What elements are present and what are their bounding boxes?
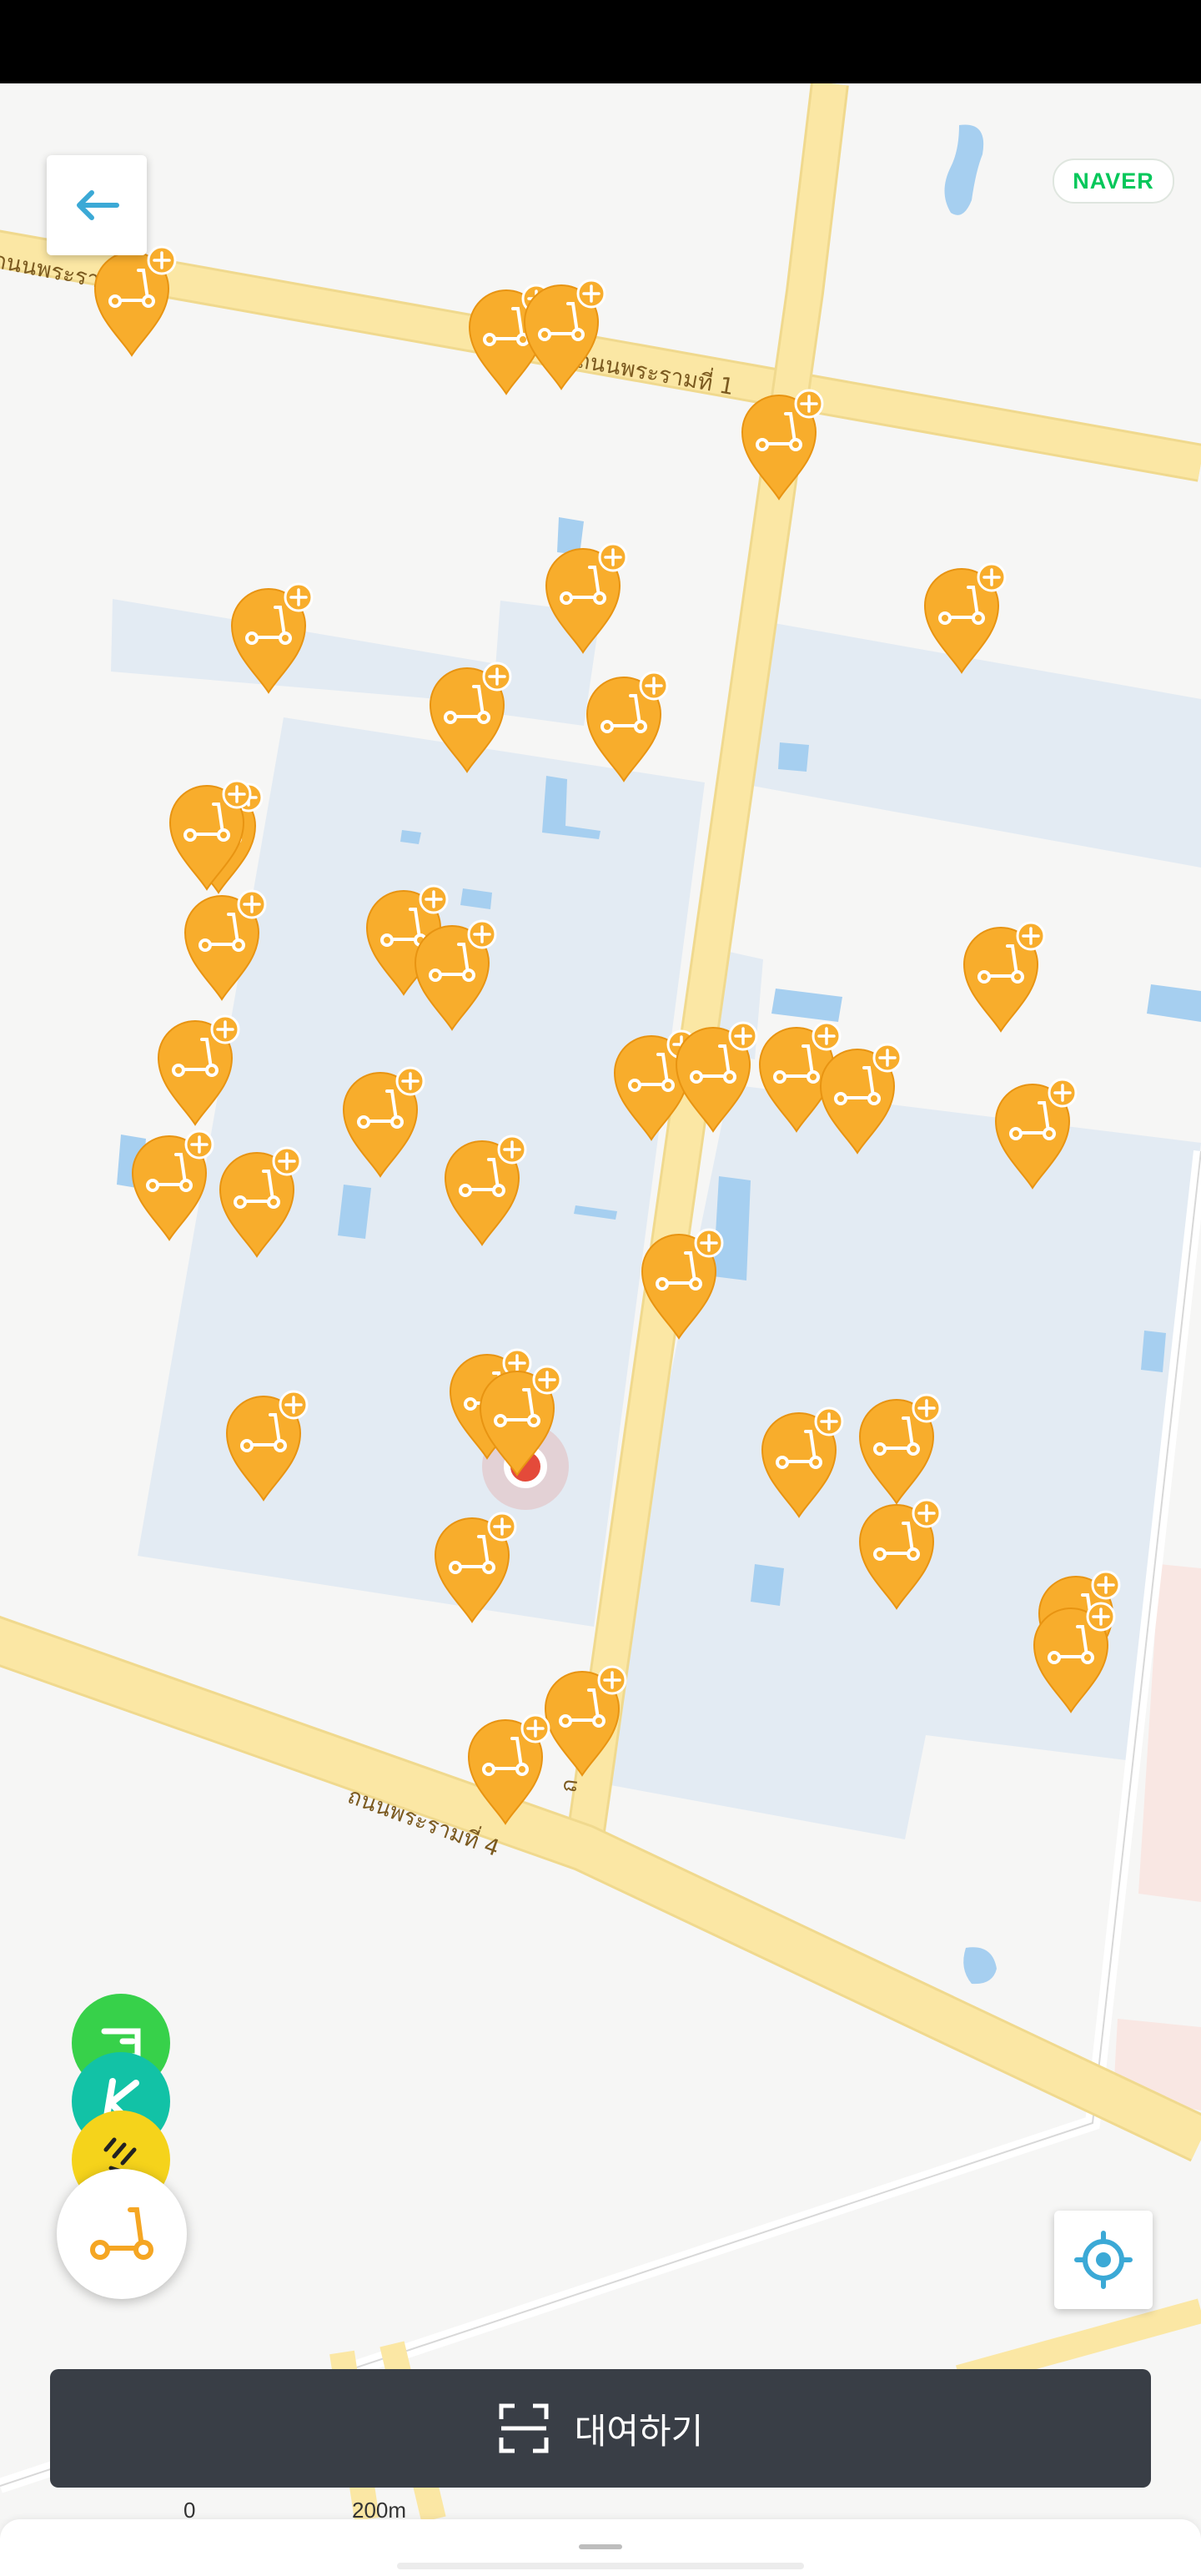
rent-button-label: 대여하기 <box>574 2411 704 2451</box>
scooter-pin[interactable] <box>739 389 826 504</box>
status-bar <box>0 0 1201 83</box>
naver-logo: NAVER <box>1053 158 1174 204</box>
map[interactable]: ถนนพระรามที่ 1 ถนนพระรามที่ 1 ถนนพระรามท… <box>0 83 1201 2519</box>
scooter-pin[interactable] <box>1031 1602 1118 1717</box>
crosshair-icon <box>1074 2231 1133 2289</box>
scooter-pin[interactable] <box>412 919 499 1034</box>
kick-scooter-icon <box>90 2207 153 2260</box>
scan-qr-icon <box>499 2403 549 2453</box>
scooter-pin[interactable] <box>92 245 178 360</box>
scooter-pin[interactable] <box>155 1014 242 1130</box>
scooter-pin[interactable] <box>167 779 254 894</box>
scooter-pin[interactable] <box>442 1135 529 1250</box>
scooter-pin[interactable] <box>817 1043 904 1158</box>
scooter-pin[interactable] <box>182 889 269 1004</box>
scooter-pin[interactable] <box>465 1713 552 1829</box>
scooter-pin[interactable] <box>427 662 514 777</box>
scooter-pin[interactable] <box>340 1066 427 1181</box>
home-indicator <box>397 2563 804 2569</box>
scooter-pin[interactable] <box>229 582 315 697</box>
rent-button[interactable]: 대여하기 <box>50 2369 1151 2488</box>
map-canvas: ถนนพระรามที่ 1 ถนนพระรามที่ 1 ถนนพระรามท… <box>0 83 1201 2519</box>
bottom-sheet[interactable] <box>0 2519 1201 2576</box>
scooter-pin[interactable] <box>759 1406 846 1522</box>
scooter-pin[interactable] <box>922 562 1008 677</box>
scooter-pin[interactable] <box>224 1390 310 1505</box>
scooter-pin[interactable] <box>584 671 671 786</box>
scooter-pin[interactable] <box>673 1021 760 1136</box>
scooter-pin[interactable] <box>857 1393 943 1508</box>
scooter-pin[interactable] <box>992 1078 1079 1193</box>
arrow-left-icon <box>77 190 119 220</box>
sheet-handle[interactable] <box>579 2544 622 2549</box>
scooter-pin[interactable] <box>639 1228 726 1343</box>
scooter-pin[interactable] <box>432 1512 519 1627</box>
scooter-pin[interactable] <box>542 1665 629 1780</box>
scooter-pin[interactable] <box>857 1498 943 1613</box>
scooter-pin[interactable] <box>961 921 1048 1036</box>
locate-me-button[interactable] <box>1054 2211 1153 2309</box>
scooter-pin[interactable] <box>521 279 608 394</box>
scooter-pin[interactable] <box>129 1130 216 1245</box>
scooter-pin[interactable] <box>477 1365 564 1480</box>
scooter-filter-button[interactable] <box>57 2169 187 2299</box>
scooter-pin[interactable] <box>543 542 630 657</box>
scooter-pin[interactable] <box>217 1146 304 1261</box>
back-button[interactable] <box>47 155 147 255</box>
